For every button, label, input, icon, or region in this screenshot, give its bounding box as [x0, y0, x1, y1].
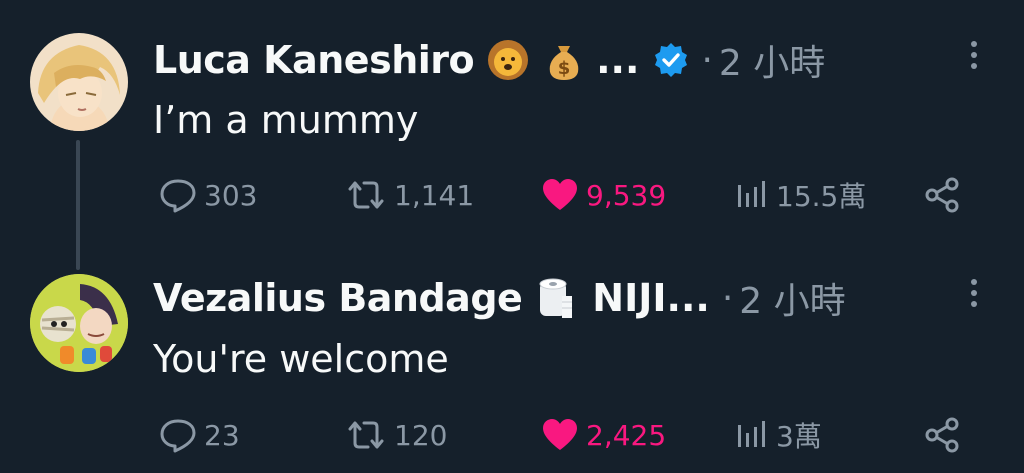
reply-count: 23	[204, 418, 240, 452]
author-display-name[interactable]: Vezalius Bandage	[153, 276, 523, 320]
views-button[interactable]: 15.5萬	[734, 170, 866, 220]
retweet-button[interactable]: 1,141	[344, 170, 474, 220]
tweet[interactable]: Vezalius Bandage NIJI... · 2 小時 You're w…	[0, 250, 1024, 473]
money-bag-emoji: $	[542, 38, 586, 82]
heart-icon	[543, 179, 577, 210]
tweet-actions: 303 1,141 9,539 15.5萬	[0, 170, 1024, 220]
author-display-name[interactable]: Luca Kaneshiro	[153, 38, 475, 82]
lion-emoji	[486, 38, 530, 82]
tweet-text: You're welcome	[153, 337, 449, 381]
like-button[interactable]: 2,425	[540, 410, 666, 460]
heart-icon	[543, 419, 577, 450]
like-button[interactable]: 9,539	[540, 170, 666, 220]
reply-icon	[160, 419, 196, 453]
tweet[interactable]: Luca Kaneshiro $ ... · 2 小時 I’m a mummy …	[0, 0, 1024, 270]
retweet-count: 120	[394, 418, 448, 452]
reply-icon	[160, 179, 196, 213]
tweet-text: I’m a mummy	[153, 98, 419, 142]
tweet-header: Luca Kaneshiro $ ... · 2 小時	[153, 30, 825, 90]
time-separator: ·	[721, 277, 734, 319]
retweet-count: 1,141	[394, 178, 475, 212]
name-suffix: NIJI...	[592, 276, 710, 320]
tweet-header: Vezalius Bandage NIJI... · 2 小時	[153, 268, 846, 328]
share-icon	[925, 177, 959, 213]
views-button[interactable]: 3萬	[734, 410, 822, 460]
more-options-icon[interactable]	[966, 38, 982, 78]
name-truncation: ...	[596, 38, 640, 82]
view-count: 15.5萬	[776, 180, 867, 213]
tweet-time[interactable]: 2 小時	[739, 272, 845, 324]
retweet-icon	[348, 421, 384, 449]
verified-badge-icon[interactable]	[653, 42, 689, 78]
view-count: 3萬	[776, 420, 822, 453]
views-icon	[738, 181, 765, 207]
reply-count: 303	[204, 178, 258, 212]
tweet-time[interactable]: 2 小時	[719, 34, 825, 86]
svg-text:$: $	[558, 58, 571, 79]
retweet-button[interactable]: 120	[344, 410, 447, 460]
avatar[interactable]	[30, 33, 128, 131]
reply-button[interactable]: 303	[158, 170, 257, 220]
reply-button[interactable]: 23	[158, 410, 240, 460]
share-button[interactable]	[922, 410, 962, 460]
time-separator: ·	[701, 39, 713, 81]
share-icon	[925, 417, 959, 453]
like-count: 2,425	[586, 418, 667, 452]
tweet-actions: 23 120 2,425 3萬	[0, 410, 1024, 460]
more-options-icon[interactable]	[966, 276, 982, 316]
share-button[interactable]	[922, 170, 962, 220]
like-count: 9,539	[586, 178, 667, 212]
views-icon	[738, 421, 765, 447]
retweet-icon	[348, 181, 384, 209]
toilet-paper-emoji	[534, 276, 578, 320]
avatar[interactable]	[30, 274, 128, 372]
